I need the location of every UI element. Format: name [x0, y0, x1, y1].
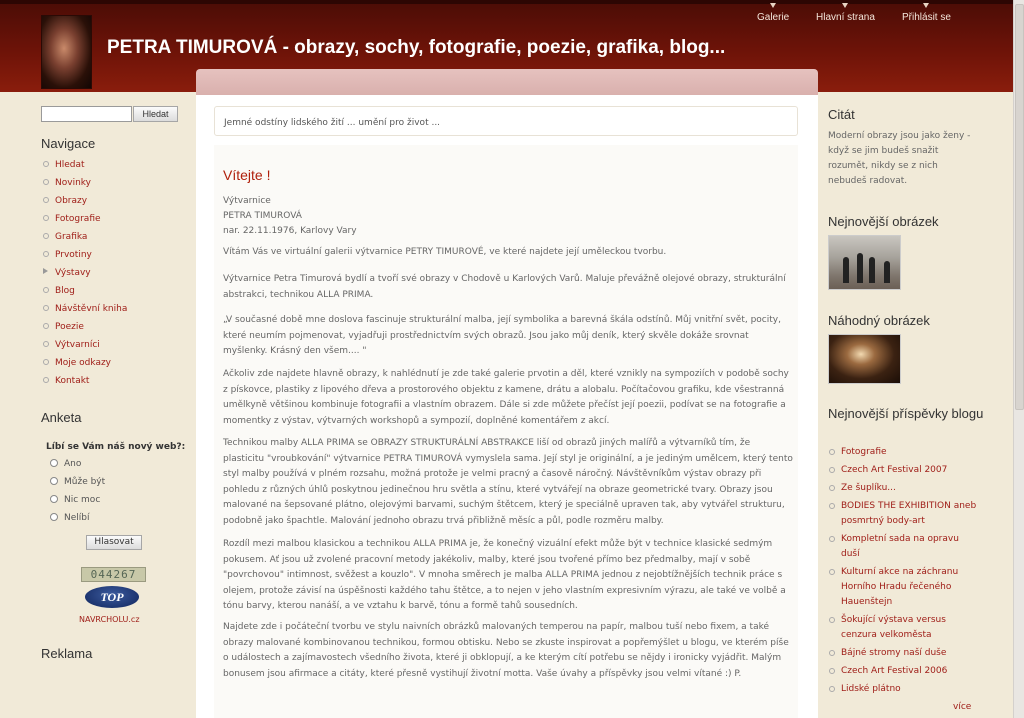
header-top-line	[0, 0, 1013, 4]
main-content: Jemné odstíny lidského žití ... umění pr…	[196, 95, 818, 718]
poll-option-label: Nelíbí	[64, 513, 90, 523]
poll-option-label: Může být	[64, 477, 106, 487]
paragraph: Rozdíl mezi malbou klasickou a technikou…	[223, 539, 786, 612]
artist-portrait	[41, 15, 92, 89]
post-link[interactable]: Czech Art Festival 2007	[828, 463, 978, 478]
nav-item-poezie[interactable]: Poezie	[43, 320, 127, 338]
latest-posts-heading: Nejnovější příspěvky blogu	[828, 406, 984, 421]
nav-item-novinky[interactable]: Novinky	[43, 176, 127, 194]
toplist-caption[interactable]: NAVRCHOLU.cz	[79, 615, 140, 624]
toplist-logo[interactable]: TOP	[85, 586, 139, 608]
topnav-galerie[interactable]: Galerie	[757, 3, 790, 23]
random-image-thumbnail[interactable]	[828, 334, 901, 384]
post-link[interactable]: Ze šuplíku...	[828, 481, 978, 496]
person-figure	[884, 261, 890, 283]
topnav-label: Galerie	[757, 12, 790, 23]
vote-button[interactable]: Hlasovat	[86, 535, 142, 550]
post-link[interactable]: Kulturní akce na záchranu Horního Hradu …	[828, 565, 978, 610]
topnav-label: Hlavní strana	[816, 12, 875, 23]
poll-option-nelibi[interactable]: Nelíbí	[50, 513, 89, 523]
paragraph: Technikou malby ALLA PRIMA se OBRAZY STR…	[223, 438, 793, 526]
paragraph: „V současné době mne doslova fascinuje s…	[223, 315, 781, 357]
paragraph: Výtvarnice Petra Timurová bydlí a tvoří …	[223, 274, 786, 300]
paragraph: Vítám Vás ve virtuální galerii výtvarnic…	[223, 247, 667, 257]
radio-button[interactable]	[50, 513, 58, 521]
person-figure	[869, 257, 875, 283]
topnav-login[interactable]: Přihlásit se	[902, 3, 951, 23]
nav-item-hledat[interactable]: Hledat	[43, 158, 127, 176]
intro-line: Výtvarnice	[223, 196, 271, 206]
person-figure	[843, 257, 849, 283]
nav-item-obrazy[interactable]: Obrazy	[43, 194, 127, 212]
left-sidebar: Hledat Navigace Hledat Novinky Obrazy Fo…	[0, 92, 196, 718]
nav-item-fotografie[interactable]: Fotografie	[43, 212, 127, 230]
nav-item-blog[interactable]: Blog	[43, 284, 127, 302]
nav-item-guestbook[interactable]: Návštěvní kniha	[43, 302, 127, 320]
post-link[interactable]: BODIES THE EXHIBITION aneb posmrtný body…	[828, 499, 978, 529]
poll-option-label: Ano	[64, 459, 82, 469]
scrollbar-thumb[interactable]	[1015, 4, 1024, 410]
content-top-bar	[196, 69, 818, 95]
radio-button[interactable]	[50, 459, 58, 467]
nav-item-odkazy[interactable]: Moje odkazy	[43, 356, 127, 374]
topnav-home[interactable]: Hlavní strana	[816, 3, 875, 23]
welcome-title: Vítejte !	[223, 167, 271, 183]
topnav-label: Přihlásit se	[902, 12, 951, 23]
radio-button[interactable]	[50, 495, 58, 503]
poll-option-ano[interactable]: Ano	[50, 459, 81, 469]
quote-text: Moderní obrazy jsou jako ženy - když se …	[828, 131, 971, 186]
site-title: PETRA TIMUROVÁ - obrazy, sochy, fotograf…	[107, 37, 726, 58]
post-link[interactable]: Bájné stromy naší duše	[828, 646, 978, 661]
vertical-scrollbar[interactable]	[1013, 0, 1024, 718]
nav-item-grafika[interactable]: Grafika	[43, 230, 127, 248]
radio-button[interactable]	[50, 477, 58, 485]
poll-option-nic-moc[interactable]: Nic moc	[50, 495, 100, 505]
latest-image-thumbnail[interactable]	[828, 235, 901, 290]
poll-heading: Anketa	[41, 410, 82, 425]
quote-heading: Citát	[828, 107, 855, 122]
nav-item-kontakt[interactable]: Kontakt	[43, 374, 127, 392]
navigation-heading: Navigace	[41, 136, 96, 151]
pin-icon	[923, 3, 930, 8]
visitor-counter: 044267	[81, 567, 146, 582]
poll-option-muze-byt[interactable]: Může být	[50, 477, 105, 487]
nav-item-prvotiny[interactable]: Prvotiny	[43, 248, 127, 266]
paragraph: Ačkoliv zde najdete hlavně obrazy, k nah…	[223, 369, 789, 426]
tagline: Jemné odstíny lidského žití ... umění pr…	[214, 106, 798, 136]
nav-item-vytvarnici[interactable]: Výtvarníci	[43, 338, 127, 356]
right-sidebar: Citát Moderní obrazy jsou jako ženy - kd…	[818, 92, 1013, 718]
search-button[interactable]: Hledat	[133, 106, 178, 122]
post-link[interactable]: Fotografie	[828, 445, 978, 460]
poll-option-label: Nic moc	[64, 495, 101, 505]
intro-line: nar. 22.11.1976, Karlovy Vary	[223, 226, 357, 236]
navigation-list: Hledat Novinky Obrazy Fotografie Grafika…	[43, 158, 127, 392]
intro-line: PETRA TIMUROVÁ	[223, 211, 302, 221]
pin-icon	[770, 3, 777, 8]
post-link[interactable]: Lidské plátno	[828, 682, 978, 697]
person-figure	[857, 253, 863, 283]
poll-question: Líbí se Vám náš nový web?:	[46, 442, 186, 452]
random-image-heading: Náhodný obrázek	[828, 313, 930, 328]
article: Vítejte ! Výtvarnice PETRA TIMUROVÁ nar.…	[214, 145, 798, 718]
search-input[interactable]	[41, 106, 132, 122]
pin-icon	[842, 3, 849, 8]
post-link[interactable]: Czech Art Festival 2006	[828, 664, 978, 679]
latest-posts-list: Fotografie Czech Art Festival 2007 Ze šu…	[828, 445, 978, 700]
post-link[interactable]: Šokující výstava versus cenzura velkoměs…	[828, 613, 978, 643]
artist-intro: Výtvarnice PETRA TIMUROVÁ nar. 22.11.197…	[223, 194, 357, 239]
more-link[interactable]: více	[953, 702, 971, 712]
latest-image-heading: Nejnovější obrázek	[828, 214, 939, 229]
paragraph: Najdete zde i počáteční tvorbu ve stylu …	[223, 622, 789, 679]
ads-heading: Reklama	[41, 646, 93, 661]
nav-item-vystavy[interactable]: Výstavy	[43, 266, 127, 284]
post-link[interactable]: Kompletní sada na opravu duší	[828, 532, 978, 562]
